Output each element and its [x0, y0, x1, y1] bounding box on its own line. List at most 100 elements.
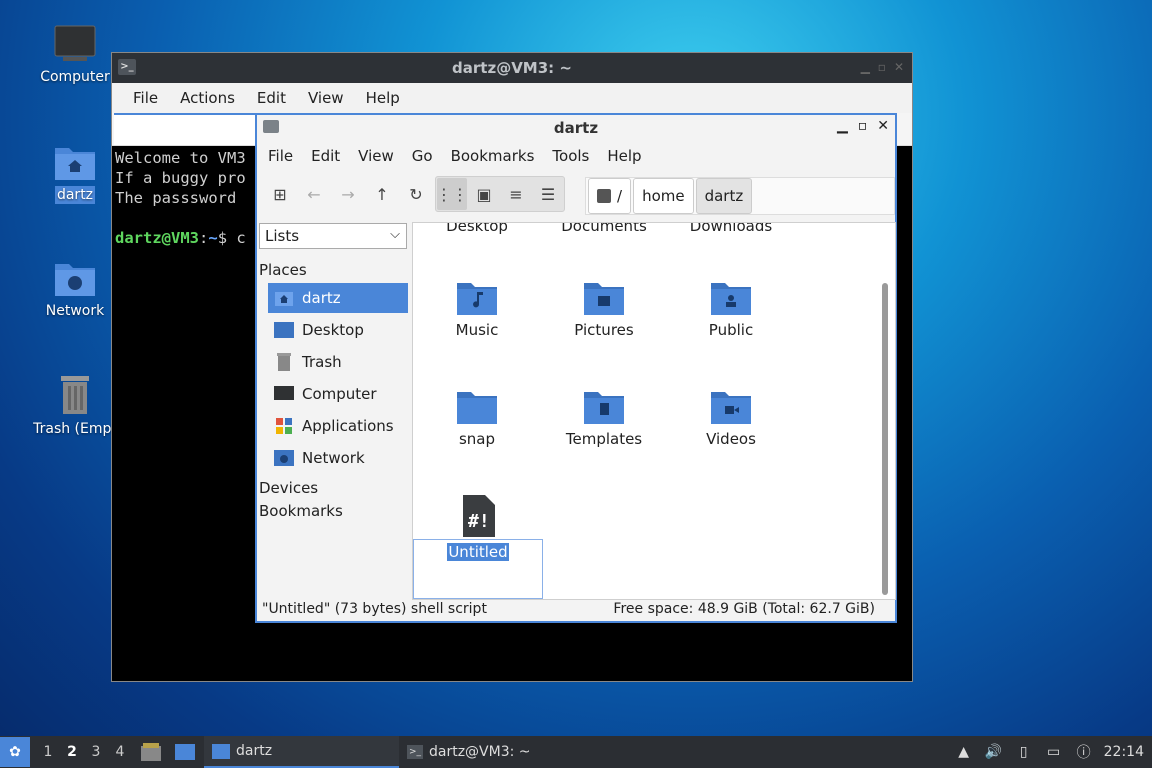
clock[interactable]: 22:14 — [1104, 744, 1144, 760]
path-root-button[interactable]: / — [588, 178, 632, 214]
file-item-snap[interactable]: snap — [413, 388, 541, 448]
terminal-icon: >_ — [118, 59, 136, 75]
menu-file[interactable]: File — [259, 147, 302, 165]
status-free-space: Free space: 48.9 GiB (Total: 62.7 GiB) — [613, 601, 875, 617]
desktop-icon-home[interactable]: dartz — [25, 142, 125, 204]
taskbar: ✿ 1 2 3 4 dartz >_ dartz@VM3: ~ ▲ 🔊 ▯ ▭ ⓘ… — [0, 736, 1152, 768]
menu-tools[interactable]: Tools — [543, 147, 598, 165]
menu-file[interactable]: File — [122, 89, 169, 107]
file-manager-title: dartz — [553, 119, 599, 137]
workspace-2[interactable]: 2 — [60, 744, 84, 760]
terminal-title: dartz@VM3: ~ — [452, 59, 572, 77]
trash-icon — [61, 376, 89, 414]
sidebar-item-trash[interactable]: Trash — [268, 347, 408, 377]
folder-icon — [212, 744, 230, 759]
clipboard-icon[interactable]: ▯ — [1014, 743, 1034, 761]
menu-view[interactable]: View — [297, 89, 355, 107]
menu-help[interactable]: Help — [355, 89, 411, 107]
file-manager-launcher-icon[interactable] — [136, 736, 166, 768]
file-item-templates[interactable]: Templates — [540, 388, 668, 448]
tray-expand-icon[interactable]: ▲ — [954, 743, 974, 761]
forward-icon[interactable]: → — [333, 178, 363, 210]
file-item-videos[interactable]: Videos — [667, 388, 795, 448]
sidebar-mode-select[interactable]: Lists ⌵ — [259, 223, 407, 249]
terminal-titlebar[interactable]: >_ dartz@VM3: ~ ▁ ▫ ✕ — [112, 53, 912, 83]
bookmarks-header[interactable]: Bookmarks — [259, 502, 343, 520]
desktop-icon-label: Network — [45, 303, 105, 319]
detail-view-icon[interactable]: ☰ — [533, 178, 563, 210]
sidebar-item-network[interactable]: Network — [268, 443, 408, 473]
file-item[interactable]: Desktop — [413, 223, 541, 235]
workspace-4[interactable]: 4 — [108, 744, 132, 760]
file-manager-menubar: File Edit View Go Bookmarks Tools Help — [257, 141, 895, 171]
new-tab-icon[interactable]: ⊞ — [265, 178, 295, 210]
computer-icon — [54, 25, 96, 61]
videos-folder-icon — [711, 392, 751, 424]
vertical-scrollbar[interactable] — [882, 283, 888, 595]
search-icon — [597, 189, 611, 203]
start-menu-button[interactable]: ✿ — [0, 737, 30, 767]
task-terminal[interactable]: >_ dartz@VM3: ~ — [399, 736, 594, 768]
file-manager-window[interactable]: dartz ▁ ▫ ✕ File Edit View Go Bookmarks To… — [255, 113, 897, 623]
sidebar-item-desktop[interactable]: Desktop — [268, 315, 408, 345]
menu-bookmarks[interactable]: Bookmarks — [442, 147, 544, 165]
close-icon[interactable]: ✕ — [894, 60, 904, 74]
public-folder-icon — [711, 283, 751, 315]
chevron-down-icon: ⌵ — [390, 227, 400, 242]
status-selection: "Untitled" (73 bytes) shell script — [262, 601, 487, 617]
path-crumb-home[interactable]: home — [633, 178, 694, 214]
menu-go[interactable]: Go — [403, 147, 442, 165]
home-folder-icon — [55, 148, 95, 180]
desktop-icon-trash[interactable]: Trash (Empt — [25, 374, 125, 438]
devices-header[interactable]: Devices — [259, 479, 318, 497]
home-icon — [274, 289, 294, 307]
file-item-music[interactable]: Music — [413, 279, 541, 339]
compact-view-icon[interactable]: ≡ — [501, 178, 531, 210]
up-icon[interactable]: ↑ — [367, 178, 397, 210]
file-manager-toolbar: ⊞ ← → ↑ ↻ ⋮⋮ ▣ ≡ ☰ / home dartz — [257, 171, 895, 217]
network-status-icon[interactable]: ▭ — [1044, 743, 1064, 761]
file-view[interactable]: Desktop Documents Downloads Music Pictur… — [412, 222, 896, 600]
desktop-icon-computer[interactable]: Computer — [25, 24, 125, 86]
file-item-public[interactable]: Public — [667, 279, 795, 339]
menu-actions[interactable]: Actions — [169, 89, 246, 107]
file-item[interactable]: Downloads — [667, 223, 795, 235]
menu-edit[interactable]: Edit — [302, 147, 349, 165]
menu-edit[interactable]: Edit — [246, 89, 297, 107]
sidebar-item-dartz[interactable]: dartz — [268, 283, 408, 313]
reload-icon[interactable]: ↻ — [401, 178, 431, 210]
back-icon[interactable]: ← — [299, 178, 329, 210]
sidebar-item-computer[interactable]: Computer — [268, 379, 408, 409]
network-icon — [274, 449, 294, 467]
path-crumb-dartz[interactable]: dartz — [695, 178, 753, 214]
close-icon[interactable]: ✕ — [877, 118, 889, 134]
menu-view[interactable]: View — [349, 147, 403, 165]
volume-icon[interactable]: 🔊 — [984, 743, 1004, 761]
desktop-icon-network[interactable]: Network — [25, 258, 125, 320]
terminal-menubar: File Actions Edit View Help — [112, 83, 912, 113]
shell-script-icon: #! — [463, 495, 495, 537]
svg-text:#!: #! — [468, 511, 490, 532]
maximize-icon[interactable]: ▫ — [858, 118, 868, 134]
sidebar-item-applications[interactable]: Applications — [268, 411, 408, 441]
minimize-icon[interactable]: ▁ — [861, 60, 870, 74]
task-file-manager[interactable]: dartz — [204, 736, 399, 768]
file-item-untitled[interactable]: #! Untitled — [413, 495, 543, 599]
workspace-3[interactable]: 3 — [84, 744, 108, 760]
trash-icon — [274, 353, 294, 371]
file-item-pictures[interactable]: Pictures — [540, 279, 668, 339]
status-bar: "Untitled" (73 bytes) shell script Free … — [257, 597, 895, 621]
notification-icon[interactable]: ⓘ — [1074, 743, 1094, 761]
file-manager-titlebar[interactable]: dartz ▁ ▫ ✕ — [257, 115, 895, 141]
workspace-1[interactable]: 1 — [36, 744, 60, 760]
icon-view-icon[interactable]: ⋮⋮ — [436, 178, 468, 210]
desktop-icon-label: dartz — [54, 186, 96, 204]
file-item[interactable]: Documents — [540, 223, 668, 235]
maximize-icon[interactable]: ▫ — [878, 60, 886, 74]
terminal-icon: >_ — [407, 745, 423, 759]
folder-icon — [457, 392, 497, 424]
menu-help[interactable]: Help — [598, 147, 650, 165]
show-desktop-icon[interactable] — [170, 736, 200, 768]
thumbnail-view-icon[interactable]: ▣ — [469, 178, 499, 210]
minimize-icon[interactable]: ▁ — [837, 118, 848, 134]
